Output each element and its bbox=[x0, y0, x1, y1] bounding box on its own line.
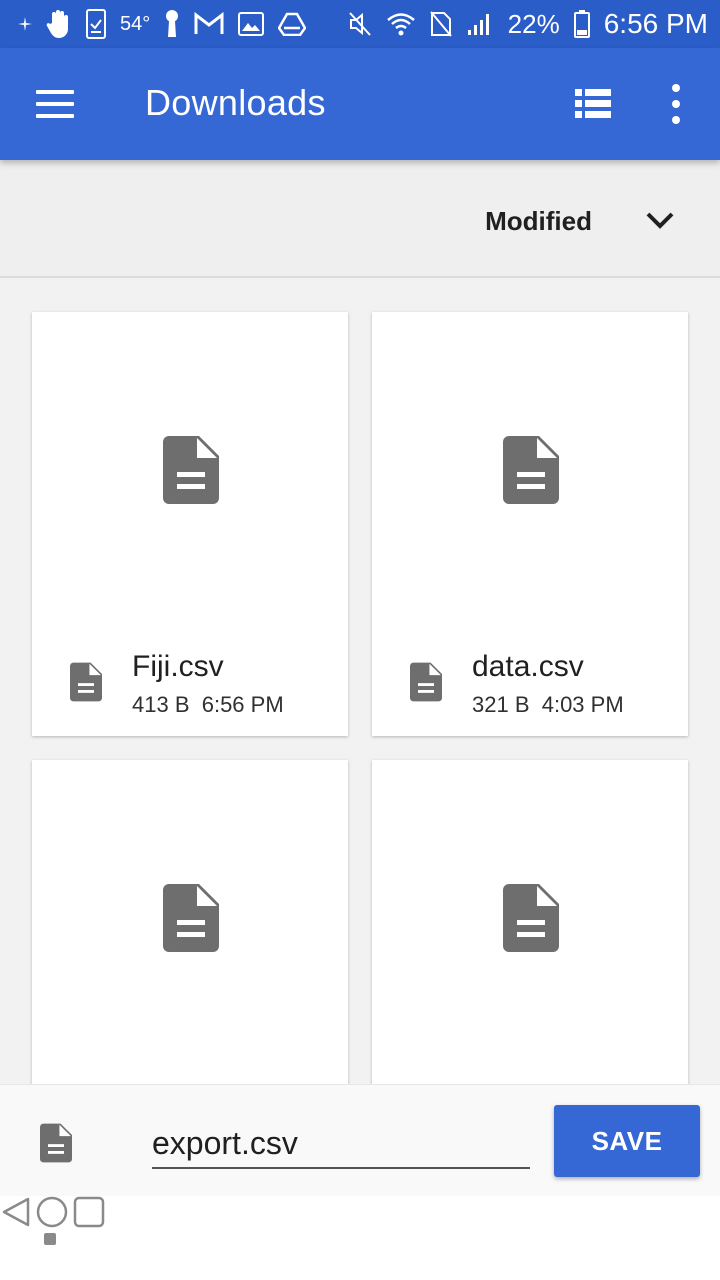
drive-icon bbox=[278, 12, 307, 36]
gmail-icon bbox=[194, 12, 224, 34]
sort-bar: Modified bbox=[0, 160, 720, 278]
location-icon bbox=[18, 17, 32, 31]
status-bar: 54° 22% 6:56 PM bbox=[0, 0, 720, 48]
mute-icon bbox=[348, 12, 371, 36]
signal-icon bbox=[467, 14, 489, 35]
no-sim-icon bbox=[429, 11, 452, 37]
file-card[interactable]: data.csv 321 B 4:03 PM bbox=[372, 312, 688, 736]
battery-text: 22% bbox=[507, 8, 560, 39]
more-vert-icon[interactable] bbox=[668, 84, 684, 124]
file-info: 413 B 6:56 PM bbox=[132, 692, 284, 717]
status-right: 22% 6:56 PM bbox=[348, 8, 708, 40]
file-info: 321 B 4:03 PM bbox=[472, 692, 624, 717]
recents-dot-icon[interactable] bbox=[44, 1233, 56, 1245]
file-card[interactable] bbox=[372, 760, 688, 1084]
document-icon bbox=[503, 436, 559, 504]
list-view-icon[interactable] bbox=[575, 88, 611, 120]
file-name: Fiji.csv bbox=[132, 650, 224, 683]
save-button[interactable]: SAVE bbox=[554, 1105, 700, 1177]
page-title: Downloads bbox=[145, 82, 326, 123]
clock-text: 6:56 PM bbox=[603, 8, 708, 39]
overview-icon[interactable] bbox=[73, 1196, 105, 1228]
home-icon[interactable] bbox=[36, 1196, 68, 1228]
status-left: 54° bbox=[18, 9, 307, 39]
file-card[interactable] bbox=[32, 760, 348, 1084]
app-bar: Downloads bbox=[0, 48, 720, 160]
filename-input[interactable] bbox=[152, 1119, 530, 1169]
save-bar: SAVE bbox=[0, 1084, 720, 1196]
file-name: data.csv bbox=[472, 650, 584, 683]
back-icon[interactable] bbox=[0, 1196, 32, 1228]
document-icon bbox=[163, 884, 219, 952]
wifi-icon bbox=[386, 13, 415, 36]
file-grid: Fiji.csv 413 B 6:56 PM data.csv 321 B 4:… bbox=[0, 280, 720, 1084]
checklist-icon bbox=[86, 9, 106, 39]
hand-icon bbox=[46, 10, 68, 38]
gallery-icon bbox=[238, 12, 265, 36]
chevron-down-icon[interactable] bbox=[644, 208, 676, 232]
navigation-bar bbox=[0, 1196, 720, 1280]
document-icon bbox=[163, 436, 219, 504]
document-small-icon bbox=[70, 662, 102, 702]
sort-label[interactable]: Modified bbox=[485, 206, 592, 237]
document-small-icon bbox=[410, 662, 442, 702]
thermometer-icon bbox=[166, 10, 179, 37]
temperature-text: 54° bbox=[120, 12, 151, 35]
file-card[interactable]: Fiji.csv 413 B 6:56 PM bbox=[32, 312, 348, 736]
document-icon bbox=[40, 1123, 72, 1163]
document-icon bbox=[503, 884, 559, 952]
menu-icon[interactable] bbox=[36, 88, 76, 120]
battery-icon bbox=[573, 10, 590, 38]
